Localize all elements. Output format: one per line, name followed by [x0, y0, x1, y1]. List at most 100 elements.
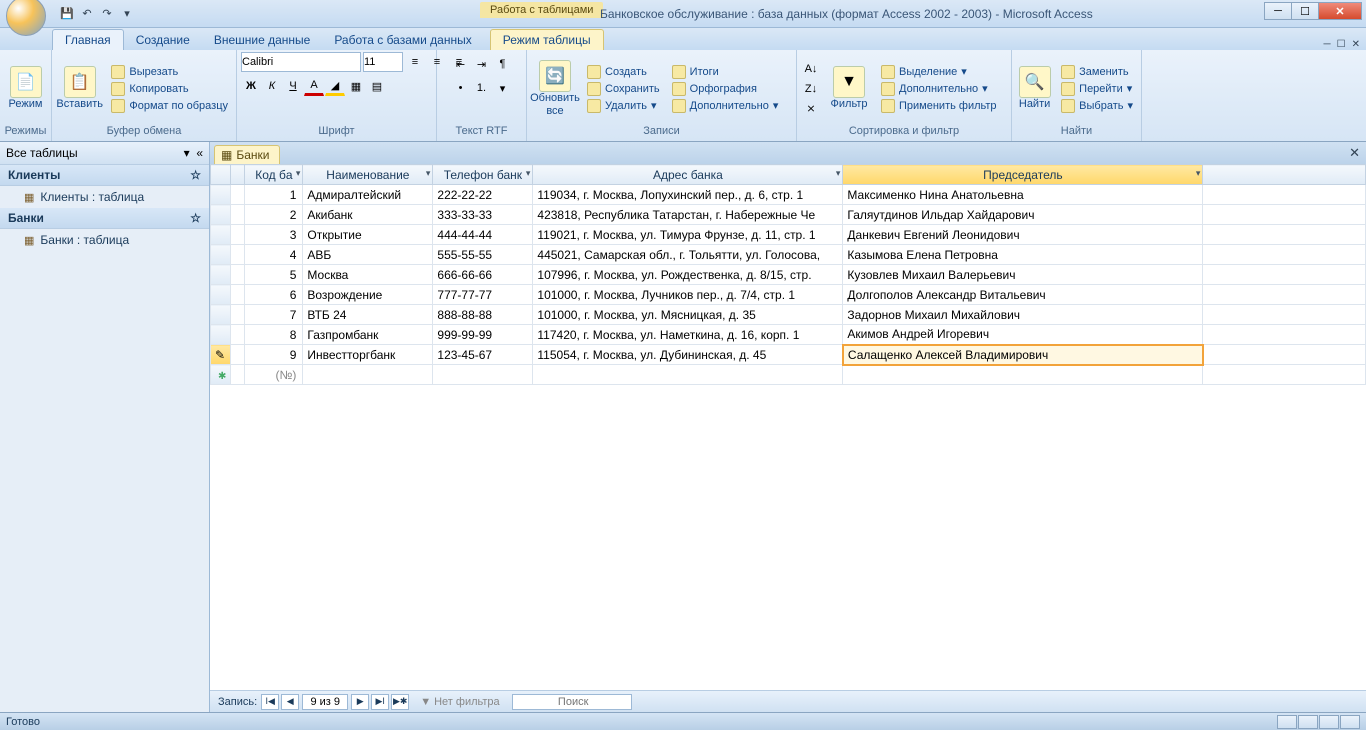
cell-name[interactable]: АВБ: [303, 245, 433, 265]
cell-phone[interactable]: 999-99-99: [433, 325, 533, 345]
expand-icon[interactable]: [231, 325, 245, 345]
select-button[interactable]: Выбрать ▾: [1057, 98, 1137, 114]
selection-filter-button[interactable]: Выделение ▾: [877, 64, 1001, 80]
row-selector[interactable]: [211, 205, 231, 225]
cell-address[interactable]: 423818, Республика Татарстан, г. Набереж…: [533, 205, 843, 225]
column-header[interactable]: Адрес банка▾: [533, 165, 843, 185]
cell-name[interactable]: Адмиралтейский: [303, 185, 433, 205]
cell-chair[interactable]: Акимов Андрей Игоревич: [843, 325, 1203, 345]
cell-phone[interactable]: 666-66-66: [433, 265, 533, 285]
spelling-button[interactable]: Орфография: [668, 81, 783, 97]
indent-dec-icon[interactable]: ⇤: [451, 54, 471, 74]
cell-code[interactable]: 7: [245, 305, 303, 325]
save-record-button[interactable]: Сохранить: [583, 81, 664, 97]
font-size-select[interactable]: [363, 52, 403, 72]
last-record-button[interactable]: ▶I: [371, 694, 389, 710]
gridlines-icon[interactable]: ▦: [346, 76, 366, 96]
cell-phone[interactable]: 888-88-88: [433, 305, 533, 325]
align-left-icon[interactable]: ≡: [405, 52, 425, 72]
tab-create[interactable]: Создание: [124, 30, 202, 50]
tab-datasheet[interactable]: Режим таблицы: [490, 29, 604, 50]
doc-restore-icon[interactable]: ☐: [1337, 39, 1346, 50]
cell-address[interactable]: 445021, Самарская обл., г. Тольятти, ул.…: [533, 245, 843, 265]
row-selector[interactable]: [211, 305, 231, 325]
save-icon[interactable]: 💾: [58, 5, 76, 23]
document-tab-banks[interactable]: ▦Банки: [214, 145, 280, 164]
datasheet-view-icon[interactable]: [1277, 715, 1297, 729]
row-selector[interactable]: [211, 225, 231, 245]
sort-asc-icon[interactable]: A↓: [801, 59, 821, 79]
pivottable-view-icon[interactable]: [1298, 715, 1318, 729]
qat-customize-icon[interactable]: ▾: [118, 5, 136, 23]
cell-code[interactable]: 3: [245, 225, 303, 245]
close-button[interactable]: ✕: [1318, 2, 1362, 20]
sort-desc-icon[interactable]: Z↓: [801, 79, 821, 99]
cell-phone[interactable]: 555-55-55: [433, 245, 533, 265]
expand-icon[interactable]: [231, 345, 245, 365]
cell-chair[interactable]: Кузовлев Михаил Валерьевич: [843, 265, 1203, 285]
row-selector[interactable]: [211, 265, 231, 285]
toggle-filter-button[interactable]: Применить фильтр: [877, 98, 1001, 114]
clear-sort-icon[interactable]: ⨯: [801, 99, 821, 119]
cell-chair[interactable]: Задорнов Михаил Михайлович: [843, 305, 1203, 325]
first-record-button[interactable]: I◀: [261, 694, 279, 710]
nav-item-banks-table[interactable]: Банки : таблица: [0, 229, 209, 251]
row-selector[interactable]: [211, 325, 231, 345]
minimize-button[interactable]: ─: [1264, 2, 1292, 20]
indent-inc-icon[interactable]: ⇥: [472, 54, 492, 74]
cell-chair[interactable]: Долгополов Александр Витальевич: [843, 285, 1203, 305]
delete-record-button[interactable]: Удалить ▾: [583, 98, 664, 114]
cell-code[interactable]: 2: [245, 205, 303, 225]
doc-close-icon[interactable]: ✕: [1352, 39, 1360, 50]
close-tab-icon[interactable]: ✕: [1349, 145, 1360, 161]
cell-address[interactable]: 101000, г. Москва, Лучников пер., д. 7/4…: [533, 285, 843, 305]
cut-button[interactable]: Вырезать: [107, 64, 232, 80]
cell-phone[interactable]: 777-77-77: [433, 285, 533, 305]
goto-button[interactable]: Перейти ▾: [1057, 81, 1137, 97]
cell-name[interactable]: Акибанк: [303, 205, 433, 225]
cell-address[interactable]: 115054, г. Москва, ул. Дубининская, д. 4…: [533, 345, 843, 365]
pivotchart-view-icon[interactable]: [1319, 715, 1339, 729]
expand-icon[interactable]: [231, 245, 245, 265]
alt-row-icon[interactable]: ▤: [367, 76, 387, 96]
cell-name[interactable]: Инвестторгбанк: [303, 345, 433, 365]
cell-code[interactable]: 9: [245, 345, 303, 365]
cell-phone[interactable]: 222-22-22: [433, 185, 533, 205]
tab-database-tools[interactable]: Работа с базами данных: [322, 30, 483, 50]
filter-button[interactable]: ▼Фильтр: [825, 56, 873, 122]
row-selector[interactable]: ✎: [211, 345, 231, 365]
more-button[interactable]: Дополнительно ▾: [668, 98, 783, 114]
redo-icon[interactable]: ↷: [98, 5, 116, 23]
data-grid[interactable]: Код бa▾Наименование▾Телефон банк▾Адрес б…: [210, 164, 1366, 385]
undo-icon[interactable]: ↶: [78, 5, 96, 23]
cell-name[interactable]: Открытие: [303, 225, 433, 245]
nav-group-banks[interactable]: Банки☆: [0, 208, 209, 229]
cell-code[interactable]: 6: [245, 285, 303, 305]
rtl-icon[interactable]: ▾: [493, 78, 513, 98]
expand-icon[interactable]: [231, 305, 245, 325]
tab-home[interactable]: Главная: [52, 29, 124, 50]
prev-record-button[interactable]: ◀: [281, 694, 299, 710]
paste-button[interactable]: 📋Вставить: [56, 56, 103, 122]
column-header[interactable]: Код бa▾: [245, 165, 303, 185]
expand-icon[interactable]: [231, 285, 245, 305]
bullets-icon[interactable]: •: [451, 78, 471, 98]
cell-phone[interactable]: 123-45-67: [433, 345, 533, 365]
font-name-select[interactable]: [241, 52, 361, 72]
cell-chair[interactable]: Галяутдинов Ильдар Хайдарович: [843, 205, 1203, 225]
find-button[interactable]: 🔍Найти: [1016, 56, 1053, 122]
cell-address[interactable]: 117420, г. Москва, ул. Наметкина, д. 16,…: [533, 325, 843, 345]
cell-chair[interactable]: Максименко Нина Анатольевна: [843, 185, 1203, 205]
design-view-icon[interactable]: [1340, 715, 1360, 729]
replace-button[interactable]: Заменить: [1057, 64, 1137, 80]
new-record-nav-button[interactable]: ▶✱: [391, 694, 409, 710]
cell-phone[interactable]: 333-33-33: [433, 205, 533, 225]
expand-icon[interactable]: [231, 185, 245, 205]
cell-name[interactable]: Возрождение: [303, 285, 433, 305]
cell-name[interactable]: Газпромбанк: [303, 325, 433, 345]
underline-icon[interactable]: Ч: [283, 76, 303, 96]
copy-button[interactable]: Копировать: [107, 81, 232, 97]
font-color-icon[interactable]: A: [304, 76, 324, 96]
record-position-input[interactable]: [302, 694, 348, 710]
cell-code[interactable]: 4: [245, 245, 303, 265]
